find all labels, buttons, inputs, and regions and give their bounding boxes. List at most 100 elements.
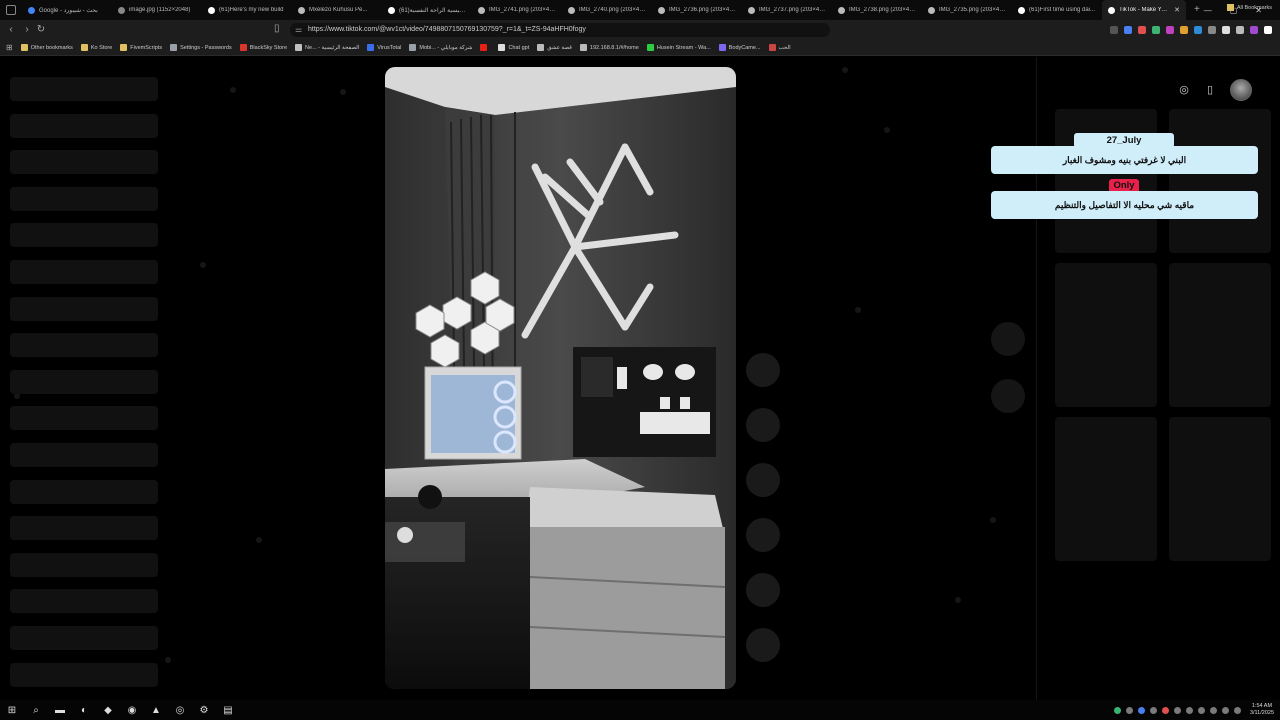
bookmark-favicon-icon	[295, 44, 303, 51]
file-explorer-icon[interactable]: ▬	[52, 702, 68, 718]
address-bar[interactable]: ⚌ https://www.tiktok.com/@wv1ct/video/74…	[290, 23, 830, 37]
bookmark-item[interactable]	[480, 44, 490, 51]
extension-icon[interactable]	[1110, 26, 1118, 34]
bookmark-item[interactable]: Ko Store	[80, 44, 112, 51]
discord-icon[interactable]: ◉	[124, 702, 140, 718]
tray-icon[interactable]	[1149, 706, 1157, 714]
browser-tab[interactable]: image.jpg (1152×2048)	[112, 0, 202, 20]
browser-tab[interactable]: IMG_2740.png (203×44...	[562, 0, 652, 20]
reload-icon[interactable]: ↻	[34, 23, 48, 37]
comment-button[interactable]	[746, 408, 780, 442]
new-tab-button[interactable]: +	[1194, 0, 1200, 20]
browser-tab[interactable]: TikTok - Make Your... ✕	[1102, 0, 1186, 20]
video-tile[interactable]	[1169, 417, 1271, 561]
puzzle-icon[interactable]	[1222, 26, 1230, 34]
extension-icon[interactable]	[1152, 26, 1160, 34]
share-button[interactable]	[746, 518, 780, 552]
notes-icon[interactable]: ▤	[220, 702, 236, 718]
bookmark-item[interactable]: Husein Stream - Wa...	[646, 44, 711, 51]
browser-tab[interactable]: IMG_2736.png (203×44...	[652, 0, 742, 20]
extension-icon[interactable]	[1138, 26, 1146, 34]
steam-icon[interactable]: ◐	[76, 702, 92, 718]
wifi-icon[interactable]	[1221, 706, 1229, 714]
extension-icon[interactable]	[1180, 26, 1188, 34]
nav-down-button[interactable]	[991, 379, 1025, 413]
back-icon[interactable]: ‹	[4, 23, 18, 37]
video-tile[interactable]	[1055, 263, 1157, 407]
like-button[interactable]	[746, 353, 780, 387]
clock[interactable]: 1:54 AM 3/11/2025	[1250, 703, 1274, 717]
video-tile[interactable]	[1055, 109, 1157, 253]
bookmark-item[interactable]: BodyCame...	[718, 44, 761, 51]
tray-icon[interactable]	[1209, 706, 1217, 714]
tray-icon[interactable]	[1113, 706, 1121, 714]
bookmark-item[interactable]: BlackSky Store	[239, 44, 287, 51]
browser-tab[interactable]: IMG_2738.png (203×44...	[832, 0, 922, 20]
bookmark-item[interactable]: Chat gpt	[498, 44, 529, 51]
tray-icon[interactable]	[1137, 706, 1145, 714]
tab-favicon-icon	[928, 6, 935, 14]
browser-tab[interactable]: (61)Here's my new build	[202, 0, 292, 20]
browser-tab[interactable]: Mxelezo Kuhusu Pe...	[292, 0, 382, 20]
nav-up-button[interactable]	[991, 322, 1025, 356]
minimize-icon[interactable]: —	[1204, 6, 1212, 15]
bookmark-favicon-icon	[239, 44, 247, 51]
volume-icon[interactable]	[1233, 706, 1241, 714]
tab-title: IMG_2740.png (203×44...	[579, 7, 646, 13]
tab-title: (61)First time using dai...	[1029, 7, 1096, 13]
save-button[interactable]	[746, 463, 780, 497]
bookmark-item[interactable]: VirusTotal	[367, 44, 401, 51]
browser-tab[interactable]: (61)الرئيسية الراحة النفسية	[382, 0, 472, 20]
tray-icon[interactable]	[1185, 706, 1193, 714]
bookmark-page-icon[interactable]: ▯	[274, 23, 280, 34]
browser-tab[interactable]: IMG_2737.png (203×44...	[742, 0, 832, 20]
extension-icon[interactable]	[1194, 26, 1202, 34]
search-icon[interactable]: ⌕	[28, 702, 44, 718]
bookmark-item[interactable]: Settings - Passwords	[170, 44, 232, 51]
mobile-icon[interactable]: ▯	[1204, 84, 1216, 96]
settings-icon[interactable]: ⚙	[196, 702, 212, 718]
extension-icon[interactable]	[1208, 26, 1216, 34]
adobe-icon[interactable]: ▲	[148, 702, 164, 718]
forward-icon[interactable]: ›	[20, 23, 34, 37]
media-icon[interactable]: ◎	[172, 702, 188, 718]
video-tile[interactable]	[1055, 417, 1157, 561]
bookmark-item[interactable]: Other bookmarks	[20, 44, 73, 51]
close-tab-icon[interactable]: ✕	[1174, 6, 1180, 14]
bookmark-item[interactable]: Ne... - الصفحة الرئيسية	[295, 44, 359, 51]
sidebar-icon[interactable]	[1236, 26, 1244, 34]
profile-icon[interactable]	[1250, 26, 1258, 34]
menu-icon[interactable]	[1264, 26, 1272, 34]
tray-icon[interactable]	[1161, 706, 1169, 714]
browser-tab[interactable]: IMG_2735.png (203×44...	[922, 0, 1012, 20]
apps-grid-icon[interactable]: ⊞	[6, 43, 13, 52]
extension-icon[interactable]	[1124, 26, 1132, 34]
tray-icon[interactable]	[1197, 706, 1205, 714]
video-tile[interactable]	[1169, 109, 1271, 253]
video-tile[interactable]	[1169, 263, 1271, 407]
tab-search-icon[interactable]	[6, 5, 16, 15]
compass-icon[interactable]: ◎	[1178, 84, 1190, 96]
system-tray: 1:54 AM 3/11/2025	[1113, 701, 1274, 719]
bookmark-item[interactable]: Mobi... - شركة موبايلي	[409, 44, 472, 51]
more-button[interactable]	[746, 628, 780, 662]
bookmark-item[interactable]: قصة عشق	[537, 44, 572, 51]
browser-tab[interactable]: IMG_2741.png (203×44...	[472, 0, 562, 20]
extension-icon[interactable]	[1166, 26, 1174, 34]
bookmark-item[interactable]: FivemScripts	[120, 44, 162, 51]
tray-icon[interactable]	[1173, 706, 1181, 714]
all-bookmarks-button[interactable]: All Bookmarks	[1226, 4, 1272, 11]
site-info-icon[interactable]: ⚌	[295, 23, 302, 37]
bookmark-item[interactable]: 192.168.8.1/#/home	[579, 44, 639, 51]
browser-tab[interactable]: Google - بحث - شيبورد	[22, 0, 112, 20]
music-button[interactable]	[746, 573, 780, 607]
browser-tab[interactable]: (61)First time using dai...	[1012, 0, 1102, 20]
tray-icon[interactable]	[1125, 706, 1133, 714]
bookmark-item[interactable]: الحب	[768, 44, 791, 51]
bookmark-favicon-icon	[498, 44, 506, 51]
video-player[interactable]	[385, 67, 736, 689]
windows-start-icon[interactable]: ⊞	[4, 702, 20, 718]
brave-icon[interactable]: ◆	[100, 702, 116, 718]
avatar[interactable]	[1230, 79, 1252, 101]
tab-title: IMG_2737.png (203×44...	[759, 7, 826, 13]
